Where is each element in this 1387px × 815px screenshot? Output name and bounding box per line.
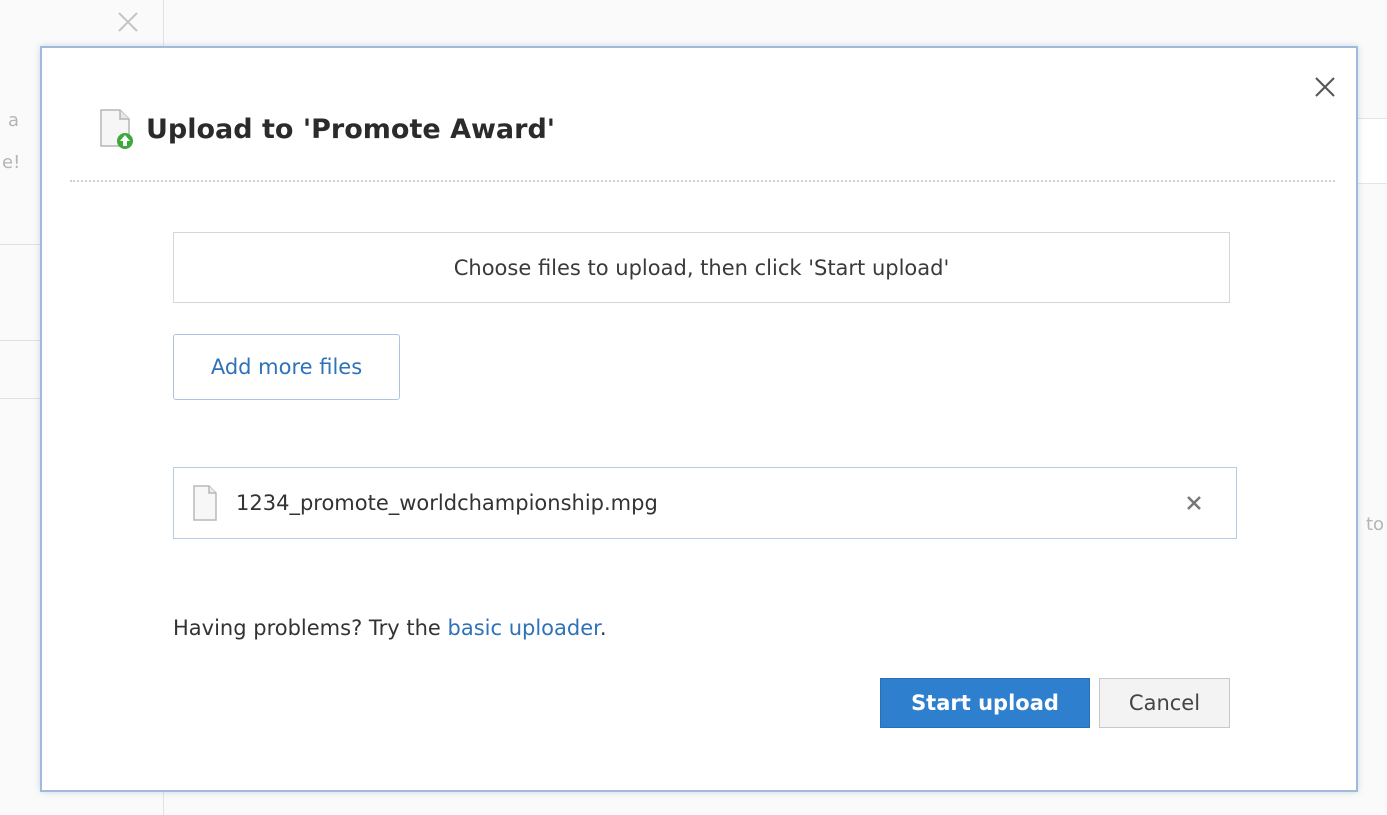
screen: a e! to Upload to 'Promote Award' Choose… — [0, 0, 1387, 815]
file-name: 1234_promote_worldchampionship.mpg — [236, 491, 658, 515]
header-divider — [70, 180, 1335, 182]
instructions-text: Choose files to upload, then click 'Star… — [453, 255, 950, 280]
background-rule — [0, 244, 40, 245]
add-more-files-button[interactable]: Add more files — [173, 334, 400, 400]
help-suffix: . — [599, 616, 607, 640]
upload-dialog: Upload to 'Promote Award' Choose files t… — [40, 46, 1358, 792]
close-icon[interactable] — [1312, 74, 1338, 100]
document-icon — [193, 485, 217, 521]
start-upload-label: Start upload — [911, 691, 1059, 715]
add-more-files-label: Add more files — [210, 355, 363, 379]
background-close-icon[interactable] — [114, 8, 142, 36]
background-rule — [0, 340, 40, 341]
background-text: e! — [2, 152, 21, 173]
dialog-header: Upload to 'Promote Award' — [98, 108, 555, 150]
background-text: to — [1366, 514, 1385, 535]
background-text: a — [8, 110, 20, 131]
cancel-button[interactable]: Cancel — [1099, 678, 1230, 728]
basic-uploader-link[interactable]: basic uploader — [448, 616, 600, 640]
background-panel — [1356, 118, 1387, 184]
upload-instructions: Choose files to upload, then click 'Star… — [173, 232, 1230, 303]
help-prefix: Having problems? Try the — [173, 616, 448, 640]
dialog-title: Upload to 'Promote Award' — [146, 113, 556, 145]
start-upload-button[interactable]: Start upload — [880, 678, 1090, 728]
help-text: Having problems? Try the basic uploader. — [173, 616, 607, 640]
cancel-label: Cancel — [1128, 691, 1201, 715]
remove-icon[interactable] — [1184, 493, 1204, 513]
file-upload-icon — [100, 109, 133, 149]
file-list-item: 1234_promote_worldchampionship.mpg — [173, 467, 1237, 539]
background-rule — [0, 398, 40, 399]
